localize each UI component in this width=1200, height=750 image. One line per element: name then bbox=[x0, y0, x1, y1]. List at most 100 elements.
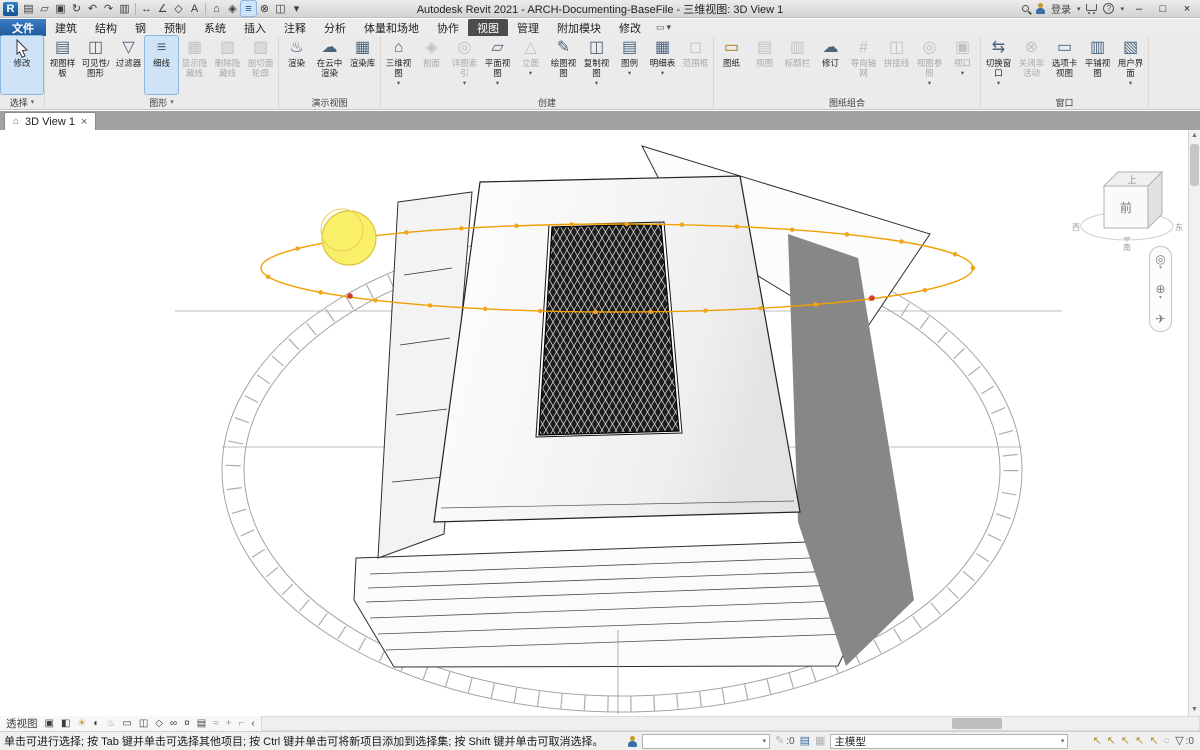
tab-steel[interactable]: 钢 bbox=[126, 19, 155, 36]
close-inactive-button[interactable]: ⊗ 关闭非活动 bbox=[1015, 36, 1048, 94]
maximize-button[interactable]: □ bbox=[1154, 3, 1172, 15]
select-pinned-elements-icon[interactable]: ↖ bbox=[1121, 735, 1130, 747]
app-store-cart-icon[interactable] bbox=[1086, 3, 1098, 14]
tab-modify[interactable]: 修改 bbox=[610, 19, 650, 36]
view-cube[interactable]: 上 前 西 东 南 bbox=[1072, 170, 1183, 252]
undo-icon[interactable]: ↶ bbox=[85, 1, 100, 16]
filters-button[interactable]: ▽ 过滤器 bbox=[112, 36, 145, 94]
vertical-scroll-thumb[interactable] bbox=[1190, 144, 1199, 186]
drawing-area[interactable]: 上 前 西 东 南 ◎ ▾ ⊕ ▾ ✈ bbox=[0, 130, 1188, 716]
tab-file[interactable]: 文件 bbox=[0, 19, 46, 36]
viewcube-west-label[interactable]: 西 bbox=[1072, 223, 1080, 232]
sunrise-marker[interactable] bbox=[347, 293, 353, 299]
ribbon-display-toggle[interactable]: ▭ ▾ bbox=[656, 19, 671, 36]
scroll-down-icon[interactable]: ▼ bbox=[1189, 704, 1200, 716]
sync-with-central-icon[interactable]: ↻ bbox=[69, 1, 84, 16]
temporary-view-properties-icon[interactable]: ▤ bbox=[197, 718, 206, 729]
minimize-button[interactable]: – bbox=[1130, 3, 1148, 15]
select-links-icon[interactable]: ↖ bbox=[1092, 735, 1101, 747]
tab-systems[interactable]: 系统 bbox=[195, 19, 235, 36]
navigation-bar[interactable]: ◎ ▾ ⊕ ▾ ✈ bbox=[1149, 246, 1172, 332]
user-interface-button[interactable]: ▧ 用户界面 ▾ bbox=[1114, 36, 1147, 94]
editing-requests-icon[interactable]: ✎ bbox=[775, 735, 784, 747]
view-reference-button[interactable]: ◎ 视图参照 ▾ bbox=[913, 36, 946, 94]
tile-views-button[interactable]: ▥ 平铺视图 bbox=[1081, 36, 1114, 94]
background-processes-icon[interactable]: ○ bbox=[1164, 735, 1171, 747]
viewcube-top-label[interactable]: 上 bbox=[1127, 175, 1136, 185]
tab-addins[interactable]: 附加模块 bbox=[548, 19, 610, 36]
cut-profile-button[interactable]: ▨ 剖切面轮廓 bbox=[244, 36, 277, 94]
measure-icon[interactable]: ↔ bbox=[139, 1, 154, 16]
locked-3d-view-icon[interactable]: ◇ bbox=[155, 718, 163, 729]
close-button[interactable]: × bbox=[1178, 3, 1196, 15]
tab-view[interactable]: 视图 bbox=[468, 19, 508, 36]
3d-model-view[interactable]: 上 前 西 东 南 bbox=[0, 130, 1188, 716]
text-icon[interactable]: A bbox=[187, 1, 202, 16]
sheet-button[interactable]: ▭ 图纸 bbox=[715, 36, 748, 94]
schedules-button[interactable]: ▦ 明细表 ▾ bbox=[646, 36, 679, 94]
callout-button[interactable]: ◎ 详图索引 ▾ bbox=[448, 36, 481, 94]
reveal-constraints-icon[interactable]: ⌐ bbox=[239, 718, 245, 729]
guide-grid-button[interactable]: # 导向轴网 bbox=[847, 36, 880, 94]
save-icon[interactable]: ▣ bbox=[53, 1, 68, 16]
print-icon[interactable]: ▥ bbox=[117, 1, 132, 16]
section-button[interactable]: ◈ 剖面 bbox=[415, 36, 448, 94]
zoom-tool-icon[interactable]: ⊕ ▾ bbox=[1155, 283, 1165, 301]
vertical-scrollbar[interactable]: ▲ ▼ bbox=[1188, 130, 1200, 716]
title-block-button[interactable]: ▥ 标题栏 bbox=[781, 36, 814, 94]
panel-graphics-launcher-icon[interactable]: ▾ bbox=[170, 98, 174, 106]
show-rendering-dialog-icon[interactable]: ♨ bbox=[106, 718, 115, 729]
reveal-hidden-elements-icon[interactable]: ¤ bbox=[184, 718, 190, 729]
active-workset-select[interactable]: ▾ bbox=[642, 733, 771, 749]
drag-elements-on-selection-icon[interactable]: ↖ bbox=[1149, 735, 1158, 747]
tab-collaborate[interactable]: 协作 bbox=[428, 19, 468, 36]
revisions-button[interactable]: ☁ 修订 bbox=[814, 36, 847, 94]
signin-caret-icon[interactable]: ▾ bbox=[1077, 5, 1081, 13]
select-underlay-elements-icon[interactable]: ↖ bbox=[1107, 735, 1116, 747]
selection-filter-icon[interactable]: ▽ bbox=[1175, 735, 1183, 747]
active-design-option-select[interactable]: 主模型 ▾ bbox=[830, 733, 1069, 749]
show-hidden-lines-button[interactable]: ▦ 显示隐藏线 bbox=[178, 36, 211, 94]
viewport-button[interactable]: ▣ 视口 ▾ bbox=[946, 36, 979, 94]
highlight-displacement-sets-icon[interactable]: + bbox=[226, 718, 232, 729]
duplicate-view-button[interactable]: ◫ 复制视图 ▾ bbox=[580, 36, 613, 94]
tab-manage[interactable]: 管理 bbox=[508, 19, 548, 36]
crop-view-icon[interactable]: ▭ bbox=[122, 718, 131, 729]
tab-structure[interactable]: 结构 bbox=[86, 19, 126, 36]
tab-massing-site[interactable]: 体量和场地 bbox=[355, 19, 428, 36]
close-hidden-windows-icon[interactable]: ⊗ bbox=[257, 1, 272, 16]
exclude-options-icon[interactable]: ▦ bbox=[815, 735, 825, 747]
scroll-up-icon[interactable]: ▲ bbox=[1189, 130, 1200, 142]
thin-lines-icon[interactable]: ≡ bbox=[240, 0, 257, 17]
redo-icon[interactable]: ↷ bbox=[101, 1, 116, 16]
plan-views-button[interactable]: ▱ 平面视图 ▾ bbox=[481, 36, 514, 94]
switch-windows-icon[interactable]: ◫ bbox=[273, 1, 288, 16]
sun-path-icon[interactable]: ☀ bbox=[77, 718, 86, 729]
crop-size-icon[interactable]: ▣ bbox=[45, 718, 54, 729]
drafting-view-button[interactable]: ✎ 绘图视图 bbox=[547, 36, 580, 94]
fly-tool-icon[interactable]: ✈ bbox=[1155, 313, 1165, 325]
viewcube-front-label[interactable]: 前 bbox=[1120, 200, 1132, 215]
building-base-mass[interactable] bbox=[353, 539, 871, 668]
sunset-marker[interactable] bbox=[869, 295, 875, 301]
legends-button[interactable]: ▤ 图例 ▾ bbox=[613, 36, 646, 94]
visual-style-icon[interactable]: ◧ bbox=[61, 718, 70, 729]
collapse-view-control-bar-icon[interactable]: ‹ bbox=[251, 718, 254, 729]
view-tab-close-icon[interactable]: × bbox=[81, 116, 87, 128]
default-3d-view-icon[interactable]: ⌂ bbox=[209, 1, 224, 16]
tag-by-category-icon[interactable]: ◇ bbox=[171, 1, 186, 16]
open-icon[interactable]: ▱ bbox=[37, 1, 52, 16]
temporary-hide-isolate-icon[interactable]: ∞ bbox=[170, 718, 177, 729]
matchline-button[interactable]: ◫ 拼接线 bbox=[880, 36, 913, 94]
design-options-icon[interactable]: ▤ bbox=[800, 735, 810, 747]
help-caret-icon[interactable]: ▾ bbox=[1120, 5, 1124, 13]
tab-architecture[interactable]: 建筑 bbox=[46, 19, 86, 36]
section-icon[interactable]: ◈ bbox=[225, 1, 240, 16]
active-document-icon[interactable]: ▤ bbox=[21, 1, 36, 16]
search-icon[interactable] bbox=[1021, 5, 1029, 12]
render-button[interactable]: ♨ 渲染 bbox=[280, 36, 313, 94]
place-view-button[interactable]: ▤ 视图 bbox=[748, 36, 781, 94]
viewcube-south-label[interactable]: 南 bbox=[1123, 242, 1131, 252]
aligned-dimension-icon[interactable]: ∠ bbox=[155, 1, 170, 16]
tab-insert[interactable]: 插入 bbox=[235, 19, 275, 36]
